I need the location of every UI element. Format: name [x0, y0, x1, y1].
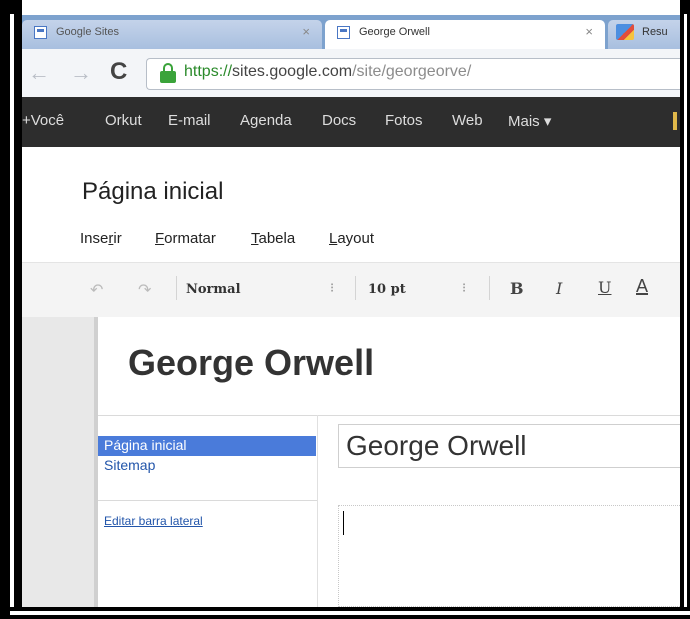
- style-select-arrows-icon[interactable]: ⁝: [330, 280, 334, 296]
- toolbar-separator: [489, 276, 490, 300]
- sidebar-section-divider: [98, 500, 317, 501]
- tab-results[interactable]: Resu: [608, 20, 688, 49]
- gbar-item-agenda[interactable]: Agenda: [240, 112, 292, 129]
- text-caret: [343, 511, 344, 535]
- undo-icon[interactable]: ↶: [90, 280, 103, 300]
- menu-tabela[interactable]: Tabela: [251, 230, 295, 247]
- toolbar-separator: [176, 276, 177, 300]
- bold-button[interactable]: B: [510, 279, 524, 298]
- text-color-button[interactable]: A: [636, 276, 648, 297]
- tab-george-orwell[interactable]: George Orwell ×: [325, 20, 605, 49]
- redo-icon[interactable]: ↷: [138, 280, 151, 300]
- close-tab-icon[interactable]: ×: [302, 20, 310, 44]
- gbar-item-web[interactable]: Web: [452, 112, 483, 129]
- gbar-accent: [673, 112, 677, 130]
- page-gutter: [22, 317, 94, 607]
- gbar-item-mais[interactable]: Mais ▾: [508, 112, 551, 130]
- gbar-item-fotos[interactable]: Fotos: [385, 112, 423, 129]
- format-toolbar: [22, 262, 680, 318]
- sidebar-item-sitemap[interactable]: Sitemap: [104, 457, 155, 473]
- gbar-item-docs[interactable]: Docs: [322, 112, 356, 129]
- url-text[interactable]: https://sites.google.com/site/georgeorve…: [184, 63, 471, 81]
- google-favicon-icon: [616, 24, 634, 40]
- menu-inserir[interactable]: Inserir: [80, 230, 122, 247]
- underline-button[interactable]: U: [598, 278, 611, 297]
- reload-icon[interactable]: C: [110, 58, 127, 86]
- tab-label: George Orwell: [359, 26, 430, 38]
- page-heading[interactable]: George Orwell: [346, 430, 527, 462]
- edit-sidebar-link[interactable]: Editar barra lateral: [104, 514, 203, 528]
- tab-label: Resu: [642, 26, 668, 38]
- sites-favicon-icon: [337, 26, 350, 39]
- gbar-item-orkut[interactable]: Orkut: [105, 112, 142, 129]
- menu-formatar[interactable]: Formatar: [155, 230, 216, 247]
- back-arrow-icon[interactable]: ←: [28, 60, 50, 86]
- sidebar-item-home[interactable]: Página inicial: [104, 437, 187, 453]
- toolbar-separator: [355, 276, 356, 300]
- style-select[interactable]: Normal: [186, 282, 241, 297]
- menu-layout[interactable]: Layout: [329, 230, 374, 247]
- size-select-arrows-icon[interactable]: ⁝: [462, 280, 466, 296]
- frame-right-inner: [684, 14, 687, 614]
- tab-google-sites[interactable]: Google Sites ×: [22, 20, 322, 49]
- gbar-item-email[interactable]: E-mail: [168, 112, 211, 129]
- size-select[interactable]: 10 pt: [368, 282, 406, 297]
- frame-bottom-inner: [10, 611, 690, 615]
- page-title: Página inicial: [82, 178, 224, 205]
- sites-favicon-icon: [34, 26, 47, 39]
- gbar-item-voce[interactable]: +Você: [22, 112, 64, 129]
- italic-button[interactable]: I: [556, 279, 562, 298]
- forward-arrow-icon[interactable]: →: [70, 60, 92, 86]
- tab-label: Google Sites: [56, 26, 119, 38]
- header-divider: [98, 415, 680, 416]
- lock-icon: [160, 63, 176, 83]
- sidebar-divider: [317, 415, 318, 607]
- frame-left-inner: [10, 14, 14, 614]
- page-body-editor[interactable]: [338, 505, 680, 607]
- close-tab-icon[interactable]: ×: [585, 20, 593, 44]
- site-title: George Orwell: [128, 342, 375, 383]
